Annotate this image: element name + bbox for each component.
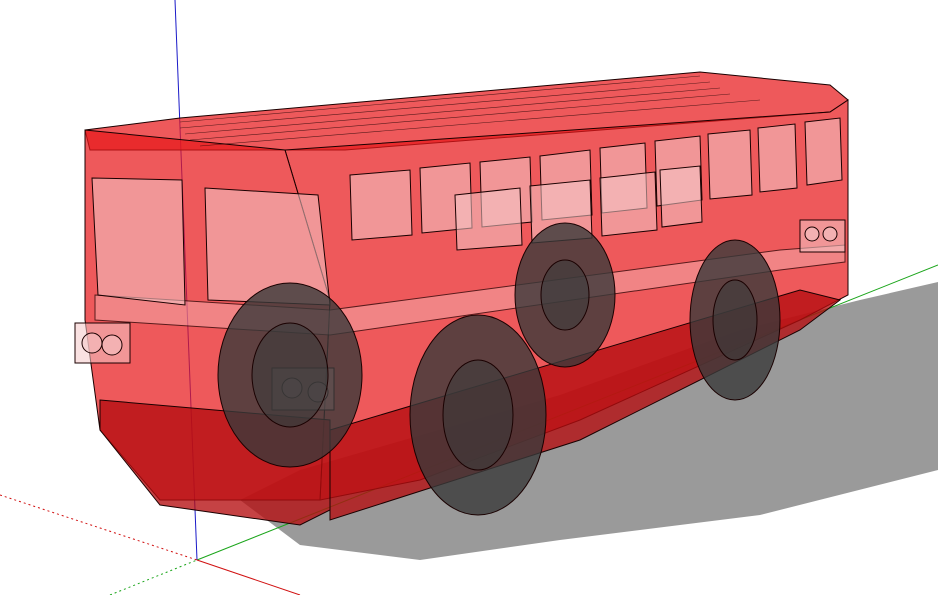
wheel-front-left [217,282,363,468]
red-axis [196,559,301,595]
wheel-front-right [409,314,547,516]
model-viewport[interactable] [0,0,938,595]
rear-lights [799,219,846,253]
bus-model-canvas[interactable] [0,0,938,595]
wheel-rear-left [514,222,616,368]
wheel-rear-right [689,239,781,401]
green-axis-dotted [109,559,198,595]
windshield-left [91,177,186,306]
headlight-left [74,322,131,364]
